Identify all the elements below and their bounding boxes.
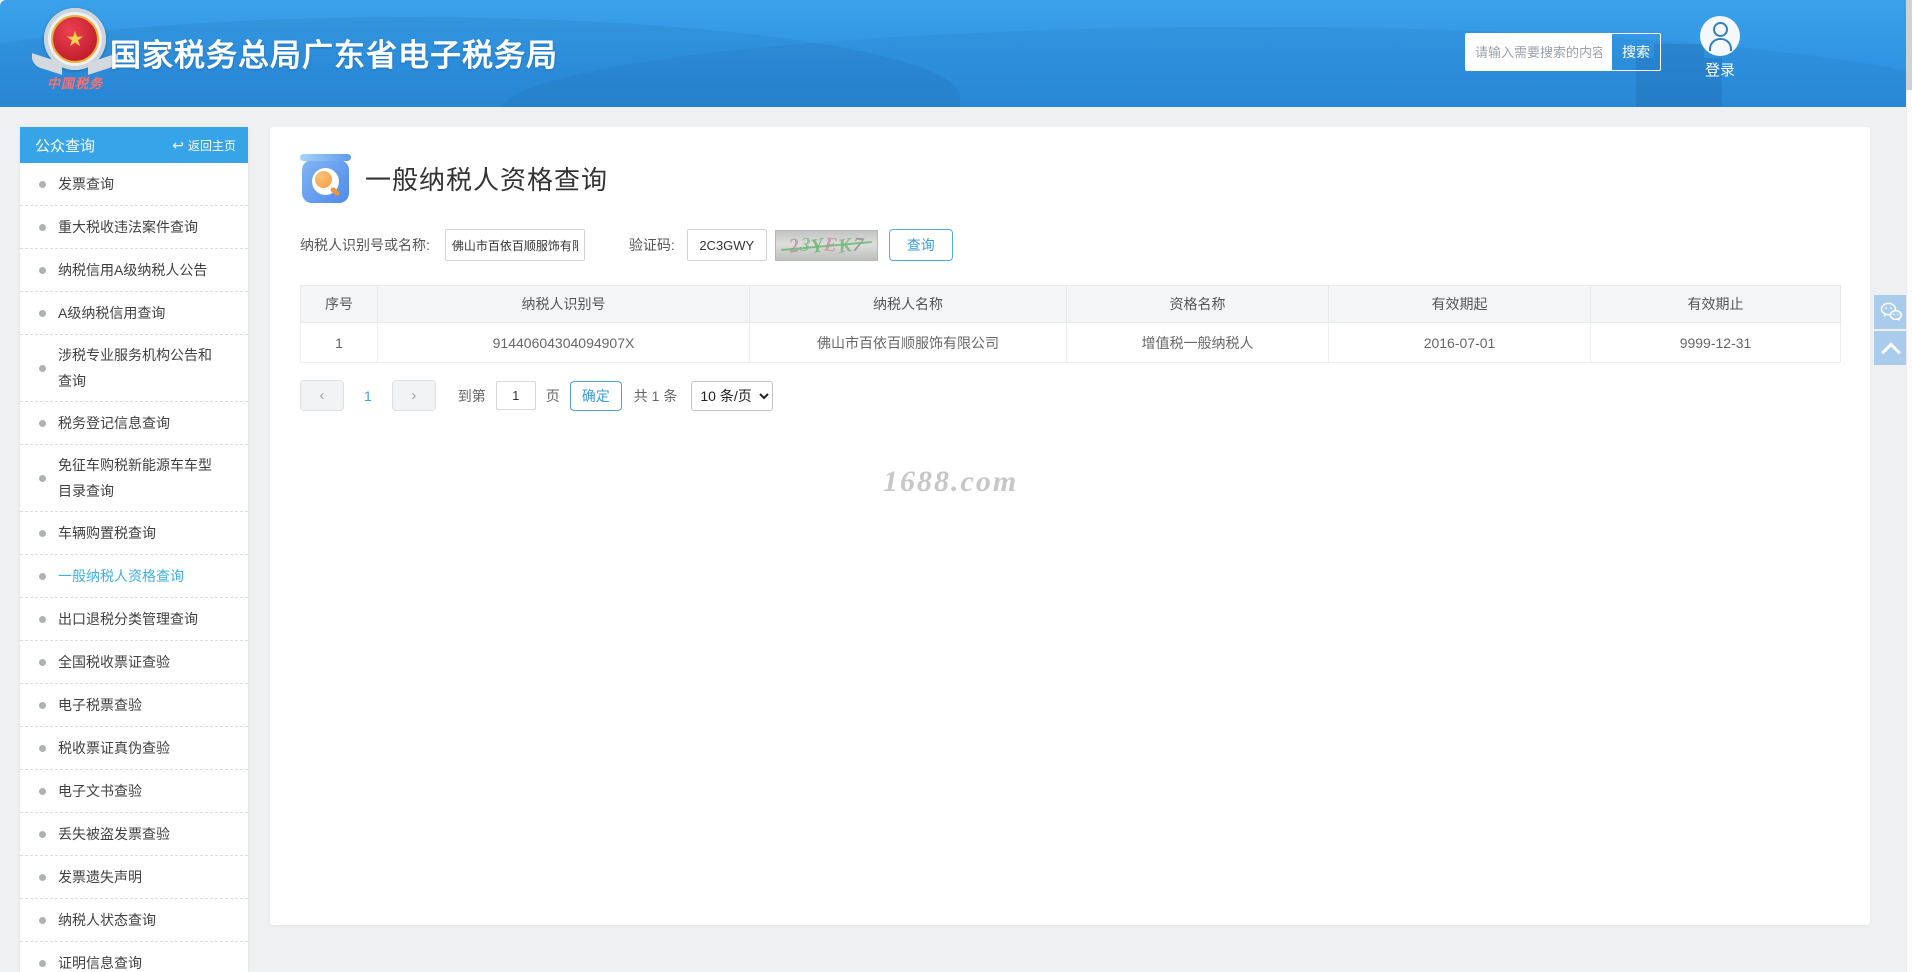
scrollbar-thumb[interactable] xyxy=(1906,0,1912,90)
user-avatar-icon xyxy=(1700,16,1740,56)
bullet-icon xyxy=(39,572,46,580)
table-header-row: 序号 纳税人识别号 纳税人名称 资格名称 有效期起 有效期止 xyxy=(300,285,1841,323)
bullet-icon xyxy=(39,787,46,795)
page-unit-label: 页 xyxy=(545,387,560,404)
site-title: 国家税务总局广东省电子税务局 xyxy=(110,38,558,73)
back-arrow-icon: ↩ xyxy=(172,137,184,153)
main-content-panel: 一般纳税人资格查询 纳税人识别号或名称: 验证码: 23YEK7 查询 序号 纳… xyxy=(270,127,1870,925)
cell-seq: 1 xyxy=(300,322,378,363)
login-label: 登录 xyxy=(1704,62,1735,79)
bullet-icon xyxy=(39,615,46,623)
bullet-icon xyxy=(39,266,46,274)
floating-toolbar xyxy=(1874,295,1908,367)
sidebar-item-electronic-tax-ticket[interactable]: 电子税票查验 xyxy=(20,684,248,727)
logo-caption: 中国税务 xyxy=(46,76,103,91)
table-row: 1 91440604304094907X 佛山市百依百顺服饰有限公司 增值税一般… xyxy=(300,322,1841,363)
back-home-link[interactable]: ↩ 返回主页 xyxy=(172,137,236,154)
cell-valid-to: 9999-12-31 xyxy=(1590,322,1841,363)
next-page-button[interactable]: › xyxy=(391,380,436,411)
bullet-icon xyxy=(39,873,46,881)
tax-bureau-logo: ★ 中国税务 xyxy=(30,6,120,92)
login-button[interactable]: 登录 xyxy=(1696,16,1744,80)
sidebar-item-tax-service-agency[interactable]: 涉税专业服务机构公告和查询 xyxy=(20,335,248,402)
national-emblem-icon: ★ xyxy=(32,8,118,75)
bullet-icon xyxy=(39,916,46,924)
captcha-label: 验证码: xyxy=(628,237,675,253)
sidebar-item-invoice-loss-statement[interactable]: 发票遗失声明 xyxy=(20,856,248,899)
bullet-icon xyxy=(39,701,46,709)
confirm-page-button[interactable]: 确定 xyxy=(569,380,622,411)
col-taxpayer-id: 纳税人识别号 xyxy=(377,285,750,323)
cell-taxpayer-id: 91440604304094907X xyxy=(377,322,750,363)
app-header: ★ 中国税务 国家税务总局广东省电子税务局 搜索 登录 xyxy=(0,0,1912,107)
chevron-up-icon xyxy=(1881,342,1901,363)
cell-qualification: 增值税一般纳税人 xyxy=(1066,322,1329,363)
goto-page-input[interactable] xyxy=(495,381,536,410)
sidebar-item-national-tax-certificate[interactable]: 全国税收票证查验 xyxy=(20,641,248,684)
bullet-icon xyxy=(39,309,46,317)
sidebar-item-credit-a-announcement[interactable]: 纳税信用A级纳税人公告 xyxy=(20,249,248,292)
page-number-1[interactable]: 1 xyxy=(364,388,372,404)
captcha-image[interactable]: 23YEK7 xyxy=(774,229,878,261)
captcha-input[interactable] xyxy=(686,229,767,261)
sidebar-item-invoice-query[interactable]: 发票查询 xyxy=(20,163,248,206)
sidebar-item-export-rebate[interactable]: 出口退税分类管理查询 xyxy=(20,598,248,641)
sidebar-item-vehicle-purchase-tax[interactable]: 车辆购置税查询 xyxy=(20,512,248,555)
col-taxpayer-name: 纳税人名称 xyxy=(749,285,1067,323)
page-size-select[interactable]: 10 条/页 xyxy=(691,380,774,411)
bullet-icon xyxy=(39,180,46,188)
col-seq: 序号 xyxy=(300,285,378,323)
pagination: ‹ 1 › 到第 页 确定 共 1 条 10 条/页 xyxy=(300,380,1870,411)
query-form: 纳税人识别号或名称: 验证码: 23YEK7 查询 xyxy=(300,229,1870,261)
result-table: 序号 纳税人识别号 纳税人名称 资格名称 有效期起 有效期止 1 9144060… xyxy=(300,285,1841,363)
query-jar-icon xyxy=(300,154,351,203)
col-valid-from: 有效期起 xyxy=(1328,285,1591,323)
header-search: 搜索 xyxy=(1465,33,1661,71)
wechat-icon xyxy=(1880,302,1902,321)
sidebar-item-certificate-authenticity[interactable]: 税收票证真伪查验 xyxy=(20,727,248,770)
col-valid-to: 有效期止 xyxy=(1590,285,1841,323)
sidebar-header: 公众查询 ↩ 返回主页 xyxy=(20,127,248,163)
cell-valid-from: 2016-07-01 xyxy=(1328,322,1591,363)
sidebar-item-tax-registration[interactable]: 税务登记信息查询 xyxy=(20,402,248,445)
taxpayer-label: 纳税人识别号或名称: xyxy=(300,237,430,253)
sidebar-item-electronic-document[interactable]: 电子文书查验 xyxy=(20,770,248,813)
bullet-icon xyxy=(39,223,46,231)
bullet-icon xyxy=(39,658,46,666)
bullet-icon xyxy=(39,744,46,752)
bullet-icon xyxy=(39,474,46,482)
bullet-icon xyxy=(39,529,46,537)
goto-label: 到第 xyxy=(457,387,486,404)
sidebar-item-taxpayer-status[interactable]: 纳税人状态查询 xyxy=(20,899,248,942)
scrollbar-track[interactable] xyxy=(1906,0,1912,972)
bullet-icon xyxy=(39,830,46,838)
sidebar-item-proof-info-query[interactable]: 证明信息查询 xyxy=(20,942,248,972)
bullet-icon xyxy=(39,959,46,967)
search-button[interactable]: 搜索 xyxy=(1611,34,1660,70)
watermark: 1688.com xyxy=(883,465,1019,498)
back-to-top-button[interactable] xyxy=(1874,331,1908,365)
sidebar-item-credit-a-query[interactable]: A级纳税信用查询 xyxy=(20,292,248,335)
query-button[interactable]: 查询 xyxy=(888,229,953,261)
col-qualification: 资格名称 xyxy=(1066,285,1329,323)
cell-taxpayer-name: 佛山市百依百顺服饰有限公司 xyxy=(749,322,1067,363)
prev-page-button[interactable]: ‹ xyxy=(300,380,344,411)
public-query-sidebar: 公众查询 ↩ 返回主页 发票查询 重大税收违法案件查询 纳税信用A级纳税人公告 … xyxy=(20,127,248,972)
sidebar-item-new-energy-vehicle[interactable]: 免征车购税新能源车车型目录查询 xyxy=(20,445,248,512)
back-home-label: 返回主页 xyxy=(187,138,236,153)
sidebar-title: 公众查询 xyxy=(35,137,96,155)
page-title-row: 一般纳税人资格查询 xyxy=(300,153,1870,203)
sidebar-item-general-taxpayer-query[interactable]: 一般纳税人资格查询 xyxy=(20,555,248,598)
search-input[interactable] xyxy=(1466,34,1611,70)
sidebar-item-lost-stolen-invoice[interactable]: 丢失被盗发票查验 xyxy=(20,813,248,856)
wechat-button[interactable] xyxy=(1874,295,1908,329)
sidebar-item-major-tax-violation[interactable]: 重大税收违法案件查询 xyxy=(20,206,248,249)
bullet-icon xyxy=(39,364,46,372)
taxpayer-input[interactable] xyxy=(444,229,585,261)
app-window: ★ 中国税务 国家税务总局广东省电子税务局 搜索 登录 公众查询 ↩ 返回主页 … xyxy=(0,0,1912,972)
total-count-label: 共 1 条 xyxy=(633,387,678,404)
bullet-icon xyxy=(39,419,46,427)
page-title: 一般纳税人资格查询 xyxy=(365,164,609,195)
